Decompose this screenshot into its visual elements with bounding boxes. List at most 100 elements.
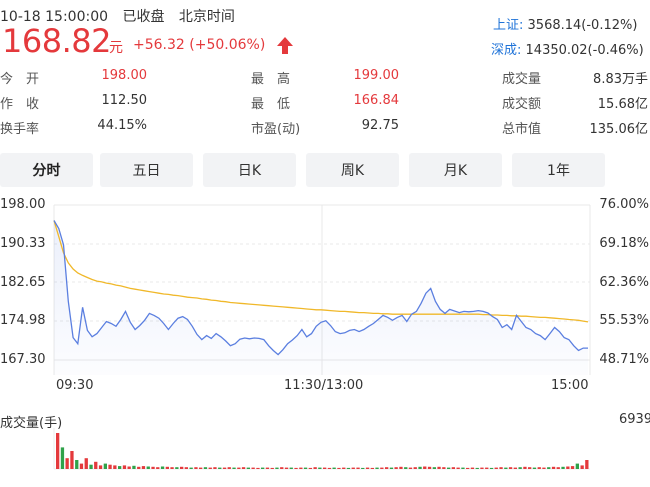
pe-value: 92.75 (361, 118, 399, 133)
tab-weekly-k[interactable]: 周K (306, 153, 399, 187)
tab-one-year[interactable]: 1年 (512, 153, 605, 187)
volume-bar (528, 467, 532, 469)
low-label: 最 低 (251, 97, 291, 112)
volume-bar (456, 467, 460, 469)
volume-bar (203, 467, 208, 469)
volume-bar (523, 466, 527, 469)
volume-bar (351, 467, 355, 469)
volume-bar (337, 467, 341, 469)
volume-bar (380, 467, 384, 469)
volume-bar (327, 467, 332, 469)
amount-label: 成交额 (502, 97, 542, 112)
tab-intraday[interactable]: 分时 (0, 153, 93, 187)
volume-chart[interactable] (0, 428, 650, 478)
index-shanghai-label: 上证: (493, 18, 524, 33)
volume-bar (480, 467, 484, 469)
volume-bar (547, 467, 551, 469)
footer-strip (0, 480, 650, 487)
volume-bar (227, 467, 231, 469)
volume-bar (561, 466, 565, 469)
volume-bar (518, 467, 522, 469)
volume-label: 成交量 (502, 72, 542, 87)
volume-bar (194, 467, 198, 469)
x-tick-2: 15:00 (551, 378, 589, 393)
high-value: 199.00 (353, 68, 400, 83)
volume-bar (389, 467, 394, 469)
volume-bar (485, 467, 489, 469)
volume-bar (418, 466, 422, 469)
volume-bar (508, 467, 513, 469)
volume-bar (75, 460, 79, 469)
volume-bar (256, 467, 260, 469)
volume-bar (566, 466, 570, 469)
volume-max-label: 6939 (619, 412, 650, 427)
volume-bar (532, 467, 537, 469)
index-shenzhen-value: 14350.02(-0.46%) (525, 43, 644, 58)
tab-daily-k[interactable]: 日K (203, 153, 296, 187)
volume-bar (394, 467, 398, 469)
volume-bar (447, 467, 451, 469)
tab-five-day[interactable]: 五日 (100, 153, 193, 187)
volume-bar (122, 465, 127, 469)
volume-bar (284, 467, 289, 469)
volume-bar (270, 467, 274, 469)
x-tick-0: 09:30 (56, 378, 94, 393)
volume-bar (94, 461, 98, 469)
volume-bar (218, 467, 222, 469)
volume-bar (60, 447, 65, 469)
volume-bar (160, 466, 165, 469)
volume-bar (575, 463, 579, 469)
volume-bar (580, 465, 584, 469)
volume-bar (246, 467, 250, 469)
volume-bar (89, 464, 93, 469)
volume-bar (108, 464, 112, 469)
volume-bar (184, 467, 188, 469)
volume-bar (346, 467, 351, 469)
volume-bar (399, 466, 403, 469)
volume-bar (261, 467, 265, 469)
volume-bar (475, 467, 479, 469)
volume-bar (132, 465, 136, 469)
index-shanghai-value: 3568.14(-0.12%) (527, 18, 638, 33)
prev-close-value: 112.50 (101, 93, 148, 108)
volume-bar (404, 467, 408, 469)
volume-bar (361, 467, 365, 469)
prev-close-label: 作 收 (0, 97, 40, 112)
volume-bar (208, 467, 212, 469)
volume-bar (332, 467, 336, 469)
index-shanghai[interactable]: 上证: 3568.14(-0.12%) (493, 14, 637, 33)
volume-bar (451, 467, 455, 469)
volume-bar (137, 466, 141, 469)
volume-bar (499, 467, 503, 469)
volume-bar (437, 466, 441, 469)
volume-bar (151, 466, 155, 469)
volume-bar (299, 467, 303, 469)
x-tick-1: 11:30/13:00 (284, 378, 364, 393)
volume-bar (466, 467, 470, 469)
tab-monthly-k[interactable]: 月K (409, 153, 502, 187)
volume-bar (556, 467, 560, 469)
volume-bar (127, 466, 131, 469)
volume-bar (175, 467, 179, 469)
volume-bar (165, 466, 169, 469)
volume-bar (141, 466, 146, 469)
open-label: 今 开 (0, 72, 40, 87)
index-shenzhen-label: 深成: (491, 43, 522, 58)
volume-bar (241, 467, 246, 469)
volume-bar (470, 467, 475, 469)
volume-bar (423, 466, 427, 469)
volume-bar (280, 467, 284, 469)
intraday-price-chart[interactable] (0, 190, 650, 380)
volume-bar (189, 467, 193, 469)
volume-bar (156, 467, 160, 469)
price-change: +56.32 (+50.06%) (133, 37, 266, 53)
volume-bar (494, 467, 498, 469)
volume-bar (79, 463, 84, 469)
volume-bar (289, 467, 293, 469)
volume-bar (413, 467, 417, 469)
volume-bar (551, 466, 556, 469)
index-shenzhen[interactable]: 深成: 14350.02(-0.46%) (491, 39, 644, 58)
volume-bar (461, 467, 465, 469)
volume-bar (365, 467, 370, 469)
volume-bar (318, 467, 322, 469)
